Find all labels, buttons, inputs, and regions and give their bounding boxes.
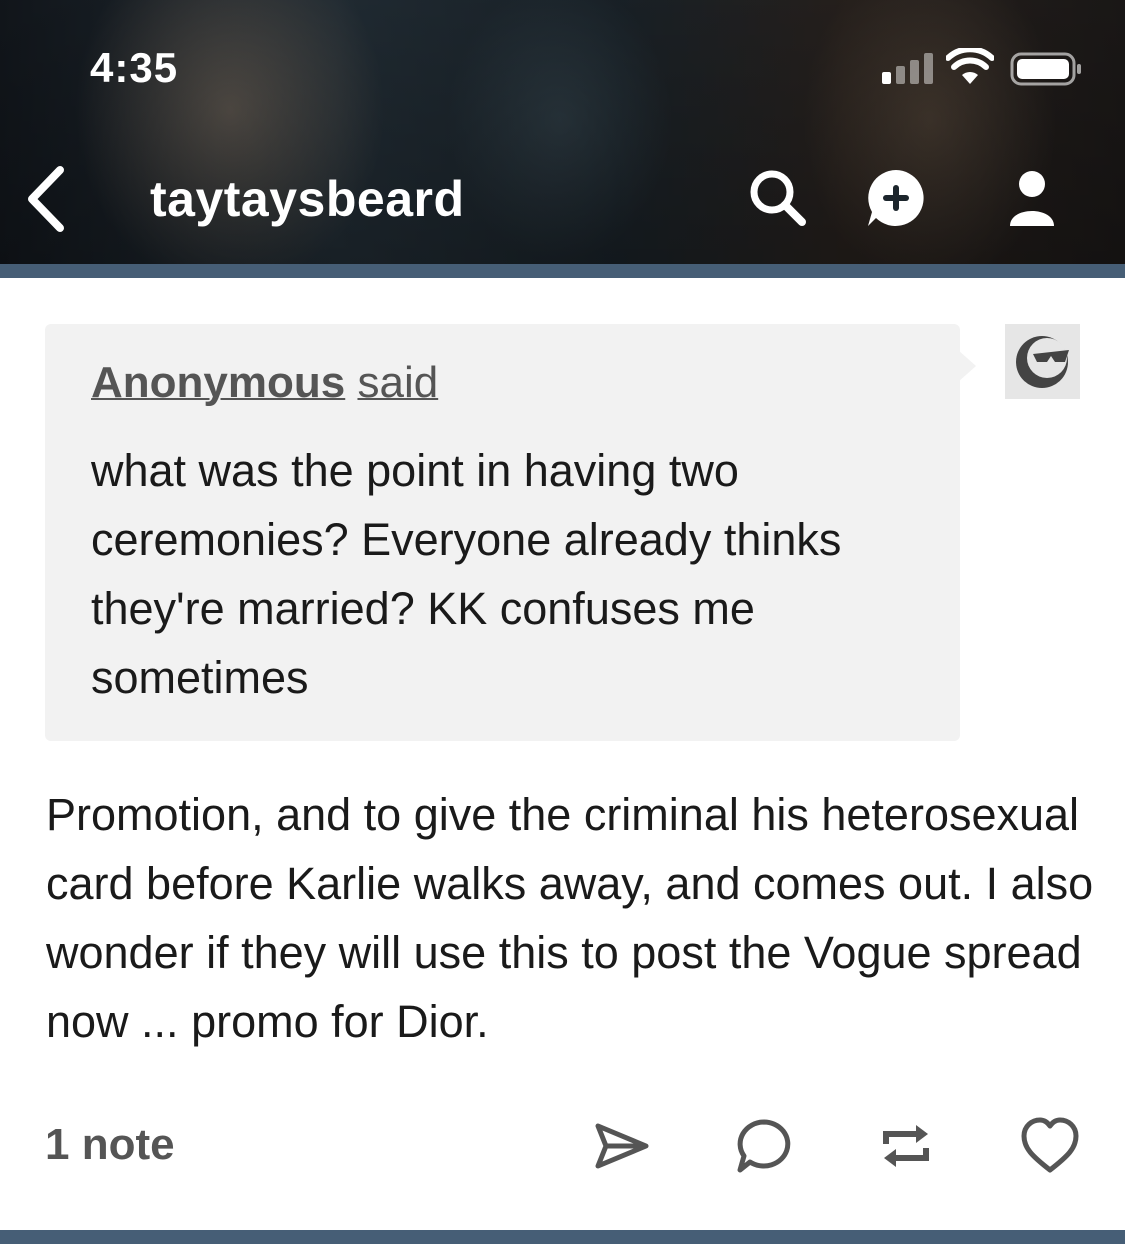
like-icon[interactable]	[1020, 1116, 1080, 1176]
post-answer: Promotion, and to give the criminal his …	[46, 789, 1094, 1047]
ask-pointer	[958, 350, 976, 382]
asker-line: Anonymous said	[91, 358, 438, 408]
asker-name[interactable]: Anonymous	[91, 358, 345, 407]
header-accent-bar	[0, 264, 1125, 278]
ask-box: Anonymous said what was the point in hav…	[45, 324, 960, 741]
blog-header: 4:35 taytaysbeard	[0, 0, 1125, 264]
share-icon[interactable]	[592, 1116, 652, 1176]
bottom-accent-bar	[0, 1230, 1125, 1244]
wifi-icon	[946, 48, 994, 84]
blog-name[interactable]: taytaysbeard	[150, 170, 465, 228]
reply-icon[interactable]	[734, 1116, 794, 1176]
back-icon[interactable]	[22, 164, 72, 234]
signal-icon	[882, 52, 938, 84]
battery-icon	[1010, 52, 1081, 86]
reblog-icon[interactable]	[876, 1116, 936, 1176]
ask-question: what was the point in having two ceremon…	[91, 445, 842, 703]
note-count[interactable]: 1 note	[45, 1120, 175, 1170]
asker-said[interactable]: said	[357, 358, 438, 407]
anonymous-avatar[interactable]	[1005, 324, 1080, 399]
search-icon[interactable]	[746, 166, 810, 230]
status-time: 4:35	[90, 44, 179, 91]
new-post-icon[interactable]	[864, 166, 928, 230]
account-icon[interactable]	[1000, 166, 1064, 230]
